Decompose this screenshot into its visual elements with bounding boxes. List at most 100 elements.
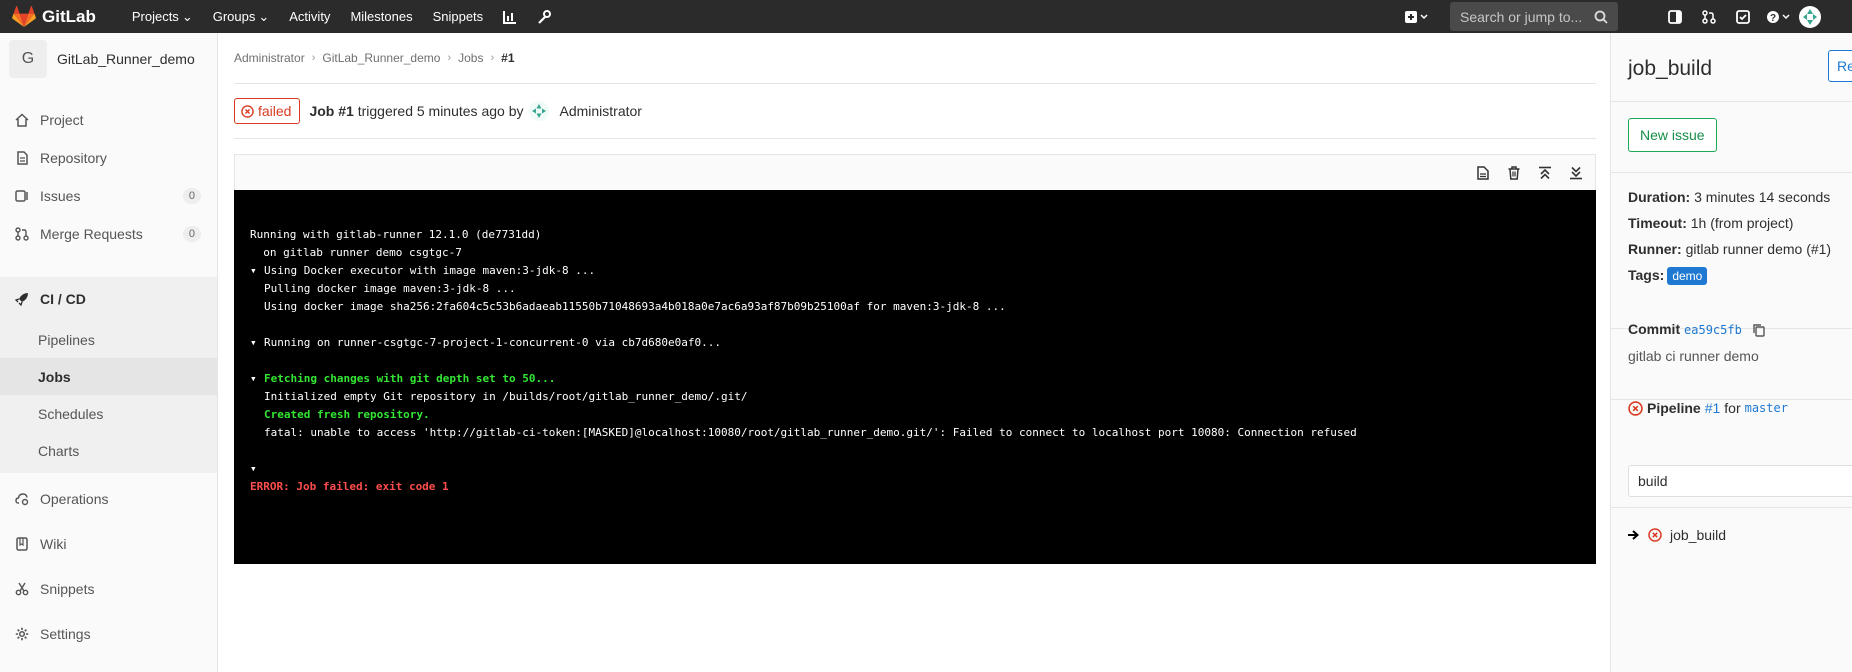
nav-label: Activity [289, 9, 331, 24]
divider [234, 83, 1596, 84]
sidebar-item-project[interactable]: Project [0, 100, 217, 140]
log-line[interactable]: ▾ Using Docker executor with image maven:… [250, 262, 1581, 280]
stage-dropdown[interactable]: build [1628, 465, 1852, 497]
nav-groups[interactable]: Groups ⌄ [203, 0, 280, 33]
todos-icon[interactable] [1726, 0, 1760, 33]
branch-link[interactable]: master [1745, 401, 1788, 415]
sidebar-item-operations[interactable]: Operations [0, 479, 217, 519]
log-line[interactable]: ▾ Fetching changes with git depth set to … [250, 370, 1581, 388]
sidebar-item-issues[interactable]: Issues 0 [0, 176, 217, 216]
chart-icon[interactable] [493, 0, 527, 33]
sidebar-item-ci-cd[interactable]: CI / CD [0, 279, 217, 319]
sidebar-item-settings[interactable]: Settings [0, 614, 217, 654]
sidebar-subitem-pipelines[interactable]: Pipelines [0, 321, 217, 358]
timeout-value: 1h (from project) [1690, 215, 1794, 231]
nav-label: Snippets [432, 9, 484, 24]
nav-projects[interactable]: Projects ⌄ [122, 0, 203, 33]
duration-value: 3 minutes 14 seconds [1694, 189, 1831, 205]
retry-button[interactable]: Retry [1828, 50, 1852, 82]
sidebar-item-label: Operations [40, 491, 109, 507]
new-dropdown-icon[interactable] [1396, 0, 1436, 33]
breadcrumb-item[interactable]: GitLab_Runner_demo [322, 51, 440, 65]
log-text: Pulling docker image maven:3-jdk-8 ... [264, 282, 516, 295]
scroll-bottom-button[interactable] [1560, 159, 1591, 187]
job-list-item[interactable]: job_build [1628, 527, 1726, 543]
nav-label: Milestones [350, 9, 413, 24]
log-line: fatal: unable to access 'http://gitlab-c… [250, 424, 1581, 442]
runner-value[interactable]: gitlab runner demo (#1) [1686, 241, 1832, 257]
sidebar-item-label: Merge Requests [40, 226, 143, 242]
breadcrumb-item[interactable]: Administrator [234, 51, 305, 65]
rocket-icon [14, 291, 30, 307]
job-trigger-text: triggered 5 minutes ago by [357, 103, 524, 119]
nav-snippets[interactable]: Snippets [423, 0, 494, 33]
log-line: Running with gitlab-runner 12.1.0 (de773… [250, 226, 1581, 244]
sidebar-item-label: Project [40, 112, 84, 128]
sidebar-subitem-charts[interactable]: Charts [0, 432, 217, 469]
wrench-icon[interactable] [527, 0, 561, 33]
merge-requests-icon[interactable] [1692, 0, 1726, 33]
project-avatar: G [9, 40, 47, 78]
breadcrumb-item[interactable]: Jobs [458, 51, 483, 65]
svg-text:?: ? [1770, 13, 1776, 24]
failed-status-icon [1648, 528, 1662, 542]
job-user-link[interactable]: Administrator [559, 103, 641, 119]
sidebar-subitem-schedules[interactable]: Schedules [0, 395, 217, 432]
job-list-item-label: job_build [1670, 527, 1727, 543]
project-header[interactable]: G GitLab_Runner_demo [0, 33, 217, 85]
search-box[interactable] [1450, 2, 1618, 31]
new-issue-button[interactable]: New issue [1628, 118, 1717, 152]
caret-down-icon: ▾ [250, 264, 257, 277]
job-log: Running with gitlab-runner 12.1.0 (de773… [234, 190, 1596, 564]
erase-log-button[interactable] [1498, 159, 1529, 187]
sidebar-item-snippets[interactable]: Snippets [0, 569, 217, 609]
status-badge[interactable]: failed [234, 98, 301, 124]
breadcrumb-item-current[interactable]: #1 [501, 51, 514, 65]
user-avatar-icon[interactable] [529, 101, 550, 121]
commit-sha-link[interactable]: ea59c5fb [1684, 323, 1742, 337]
merge-icon [14, 226, 30, 242]
log-text: Running on runner-csgtgc-7-project-1-con… [264, 336, 721, 349]
timeout-row: Timeout: 1h (from project) [1628, 215, 1793, 231]
breadcrumb-separator-icon: › [490, 52, 495, 64]
logo-text: GitLab [42, 6, 96, 26]
caret-down-icon: ▾ [250, 462, 257, 475]
commit-message: gitlab ci runner demo [1628, 348, 1759, 364]
sidebar-item-label: Settings [40, 626, 91, 642]
nav-milestones[interactable]: Milestones [340, 0, 422, 33]
scroll-top-button[interactable] [1529, 159, 1560, 187]
user-avatar-icon[interactable] [1798, 0, 1828, 33]
log-text: on gitlab runner demo csgtgc-7 [250, 246, 462, 259]
search-input[interactable] [1460, 8, 1590, 25]
nav-activity[interactable]: Activity [279, 0, 340, 33]
caret-down-icon: ▾ [250, 336, 257, 349]
sidebar-item-label: Issues [40, 188, 81, 204]
sidebar-item-wiki[interactable]: Wiki [0, 524, 217, 564]
sidebar-subitem-jobs[interactable]: Jobs [0, 358, 217, 395]
pipeline-link[interactable]: #1 [1705, 400, 1721, 416]
log-text: Running with gitlab-runner 12.1.0 (de773… [250, 228, 542, 241]
log-line[interactable]: ▾ [250, 460, 1581, 478]
copy-icon[interactable] [1752, 323, 1766, 337]
breadcrumb: Administrator › GitLab_Runner_demo › Jobs ›… [234, 51, 515, 65]
gitlab-logo[interactable]: GitLab [12, 5, 96, 28]
log-line: Initialized empty Git repository in /bui… [250, 388, 1581, 406]
sidebar-toggle-icon[interactable] [1658, 0, 1692, 33]
sidebar-item-repository[interactable]: Repository [0, 138, 217, 178]
sidebar-item-merge-requests[interactable]: Merge Requests 0 [0, 214, 217, 254]
job-header: failed Job #1 triggered 5 minutes ago by… [234, 98, 642, 124]
tanuki-icon [12, 5, 36, 27]
raw-log-button[interactable] [1467, 159, 1498, 187]
breadcrumb-separator-icon: › [447, 52, 452, 64]
file-icon [1476, 165, 1489, 180]
help-icon[interactable]: ? [1760, 0, 1798, 33]
log-line[interactable]: ▾ Running on runner-csgtgc-7-project-1-co… [250, 334, 1581, 352]
pipeline-label: Pipeline [1647, 400, 1701, 416]
sidebar-item-label: Wiki [40, 536, 67, 552]
project-name: GitLab_Runner_demo [57, 51, 195, 67]
top-navbar: GitLab Projects ⌄ Groups ⌄ Activity Milest… [0, 0, 1852, 33]
home-icon [14, 112, 30, 128]
nav-label: Groups [212, 9, 256, 24]
